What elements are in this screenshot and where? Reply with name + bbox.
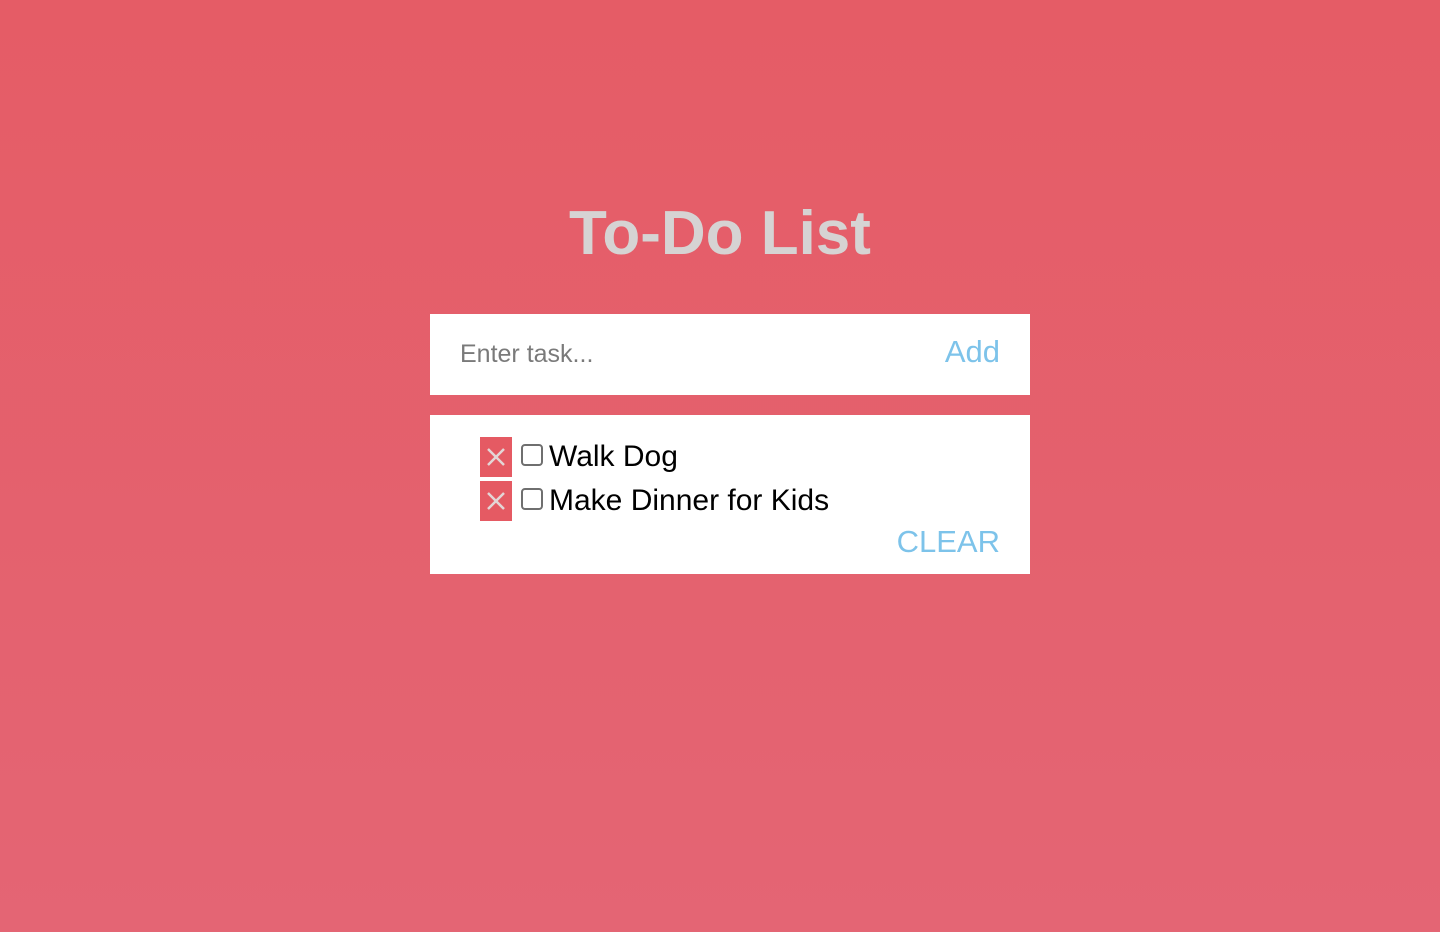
list-item: Make Dinner for Kids xyxy=(480,479,829,523)
task-checkbox[interactable] xyxy=(521,444,543,466)
task-label: Make Dinner for Kids xyxy=(549,484,830,517)
list-item: Walk Dog xyxy=(480,435,829,479)
clear-button[interactable]: CLEAR xyxy=(897,524,1000,560)
task-checkbox[interactable] xyxy=(521,488,543,510)
task-list-panel: Walk Dog Make Dinner for Kids CLEAR xyxy=(430,415,1030,574)
page-title: To-Do List xyxy=(569,199,871,268)
task-label: Walk Dog xyxy=(549,440,678,473)
delete-task-button[interactable] xyxy=(480,437,512,477)
task-input[interactable] xyxy=(460,334,900,374)
close-icon xyxy=(487,492,505,510)
task-list: Walk Dog Make Dinner for Kids xyxy=(480,435,829,523)
close-icon xyxy=(487,448,505,466)
task-entry-form: Add xyxy=(430,314,1030,395)
add-button[interactable]: Add xyxy=(945,332,1000,372)
delete-task-button[interactable] xyxy=(480,481,512,521)
